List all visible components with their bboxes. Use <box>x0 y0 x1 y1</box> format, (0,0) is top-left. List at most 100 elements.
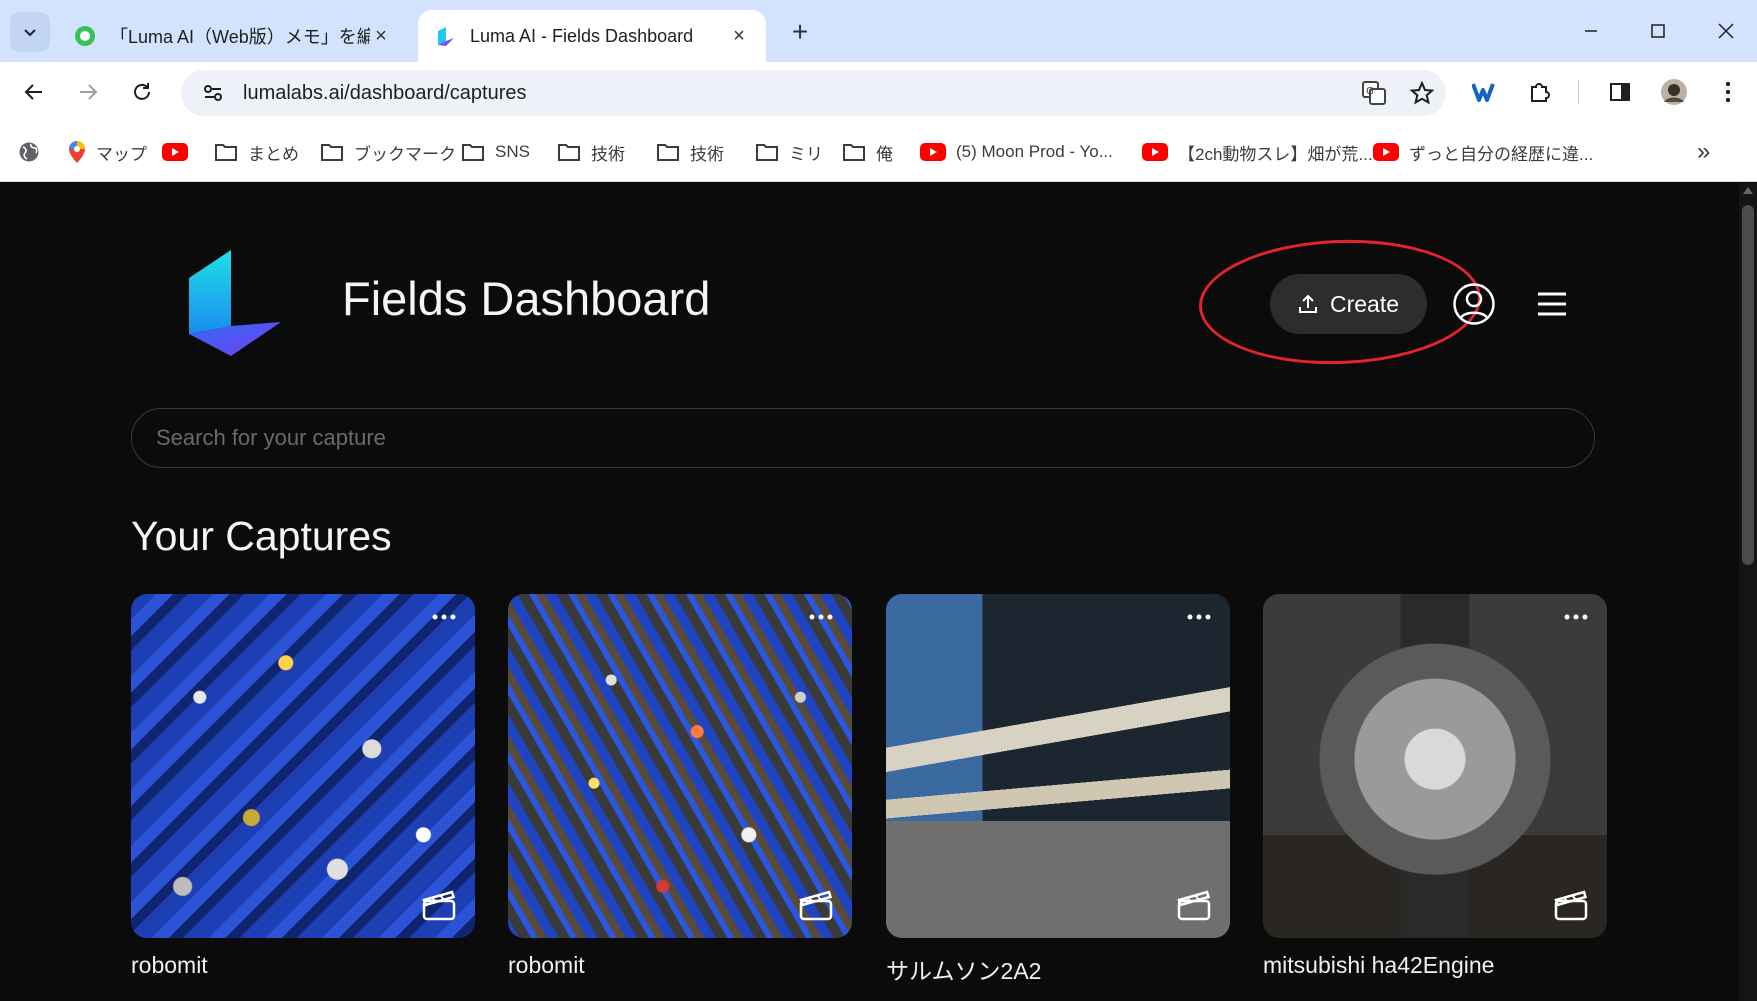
hamburger-menu-icon[interactable] <box>1536 290 1568 318</box>
extension-w-button[interactable] <box>1468 74 1504 110</box>
more-options-icon[interactable] <box>808 612 834 622</box>
bookmark-globe[interactable] <box>18 138 50 166</box>
bookmark-folder-bookmark[interactable]: ブックマーク <box>320 138 456 166</box>
maps-pin-icon <box>69 141 85 163</box>
side-panel-button[interactable] <box>1602 74 1638 110</box>
youtube-icon <box>1373 143 1399 161</box>
w-extension-icon <box>1472 83 1495 102</box>
capture-thumbnail[interactable] <box>131 594 475 938</box>
bookmark-folder-tech-2[interactable]: 技術 <box>656 138 724 166</box>
youtube-icon <box>162 143 188 161</box>
capture-thumbnail[interactable] <box>508 594 852 938</box>
arrow-left-icon <box>24 84 42 100</box>
bookmark-folder-tech-1[interactable]: 技術 <box>557 138 625 166</box>
tune-icon <box>204 85 222 101</box>
bookmark-label: SNS <box>495 142 530 161</box>
page-title: Fields Dashboard <box>342 272 711 325</box>
scroll-up-arrow-icon[interactable] <box>1743 187 1753 194</box>
capture-card[interactable]: robomit <box>508 594 852 979</box>
capture-card[interactable]: サルムソン2A2 <box>886 594 1230 986</box>
clapperboard-icon <box>1554 890 1588 921</box>
maximize-icon <box>1651 24 1665 38</box>
chevron-down-icon <box>24 29 36 37</box>
tab-search-button[interactable] <box>10 12 50 52</box>
bookmark-folder-sns[interactable]: SNS <box>461 138 530 166</box>
minimize-icon <box>1585 30 1597 32</box>
bookmark-label: (5) Moon Prod - Yo... <box>956 142 1113 161</box>
luma-favicon-icon <box>438 27 454 46</box>
more-options-icon[interactable] <box>1563 612 1589 622</box>
puzzle-icon <box>1531 83 1550 102</box>
create-button-label: Create <box>1329 290 1400 317</box>
forward-button[interactable] <box>70 74 106 110</box>
tab-title: Luma AI - Fields Dashboard <box>470 25 694 46</box>
bookmark-youtube-2ch[interactable]: 【2ch動物スレ】畑が荒... <box>1142 138 1373 166</box>
scrollbar-thumb[interactable] <box>1742 205 1754 565</box>
note-favicon-icon <box>75 26 95 46</box>
tab-luma-memo[interactable]: 「Luma AI（Web版）メモ」を編集 × <box>58 10 408 62</box>
url-text[interactable]: lumalabs.ai/dashboard/captures <box>237 82 1350 105</box>
account-icon[interactable] <box>1452 282 1496 326</box>
bookmark-youtube[interactable] <box>162 138 198 166</box>
back-button[interactable] <box>16 74 52 110</box>
browser-toolbar: lumalabs.ai/dashboard/captures G <box>0 62 1757 122</box>
svg-text:G: G <box>1366 86 1374 97</box>
capture-name[interactable]: robomit <box>131 952 475 979</box>
dashboard-page: Fields Dashboard Create Your Captures ro… <box>0 183 1757 1001</box>
close-window-button[interactable] <box>1695 8 1757 54</box>
more-options-icon[interactable] <box>431 612 457 622</box>
bookmark-label: 俺 <box>876 144 893 164</box>
bookmark-label: ミリ <box>789 144 823 164</box>
bookmark-youtube-keireki[interactable]: ずっと自分の経歴に違... <box>1373 138 1593 166</box>
more-options-icon[interactable] <box>1186 612 1212 622</box>
folder-icon <box>462 144 484 161</box>
new-tab-button[interactable]: + <box>782 14 818 50</box>
browser-menu-button[interactable] <box>1710 74 1746 110</box>
folder-icon <box>215 144 237 161</box>
bookmarks-overflow-button[interactable]: » <box>1697 138 1710 166</box>
tab-strip: 「Luma AI（Web版）メモ」を編集 × Luma AI - Fields … <box>0 0 1757 62</box>
site-info-button[interactable] <box>189 82 237 104</box>
maximize-button[interactable] <box>1627 8 1689 54</box>
luma-logo[interactable] <box>185 248 285 358</box>
bookmark-maps[interactable]: マップ <box>68 138 147 166</box>
bookmark-label: 技術 <box>690 144 724 164</box>
youtube-icon <box>1142 143 1168 161</box>
clapperboard-icon <box>1177 890 1211 921</box>
translate-button[interactable]: G <box>1350 80 1398 106</box>
bookmark-label: ブックマーク <box>354 144 456 164</box>
bookmark-label: まとめ <box>248 144 299 164</box>
tab-fields-dashboard[interactable]: Luma AI - Fields Dashboard × <box>418 10 766 62</box>
folder-icon <box>558 144 580 161</box>
page-scrollbar[interactable] <box>1739 183 1757 1001</box>
reload-button[interactable] <box>124 74 160 110</box>
folder-icon <box>321 144 343 161</box>
address-bar[interactable]: lumalabs.ai/dashboard/captures G <box>181 70 1446 116</box>
close-tab-icon[interactable]: × <box>728 25 750 48</box>
kebab-menu-icon <box>1725 81 1731 103</box>
capture-name[interactable]: robomit <box>508 952 852 979</box>
capture-thumbnail[interactable] <box>886 594 1230 938</box>
extensions-button[interactable] <box>1522 74 1558 110</box>
search-input[interactable] <box>156 425 1594 451</box>
minimize-button[interactable] <box>1560 8 1622 54</box>
folder-icon <box>756 144 778 161</box>
globe-icon <box>19 142 39 162</box>
capture-card[interactable]: robomit <box>131 594 475 979</box>
capture-name[interactable]: mitsubishi ha42Engine <box>1263 952 1607 979</box>
profile-avatar-button[interactable] <box>1656 74 1692 110</box>
star-icon <box>1410 81 1434 105</box>
bookmark-folder-ore[interactable]: 俺 <box>842 138 893 166</box>
bookmark-star-button[interactable] <box>1398 81 1446 105</box>
capture-card[interactable]: mitsubishi ha42Engine <box>1263 594 1607 979</box>
create-button[interactable]: Create <box>1270 274 1427 334</box>
capture-thumbnail[interactable] <box>1263 594 1607 938</box>
capture-search[interactable] <box>131 408 1595 468</box>
youtube-icon <box>920 143 946 161</box>
clapperboard-icon <box>422 890 456 921</box>
bookmark-youtube-moon-prod[interactable]: (5) Moon Prod - Yo... <box>920 138 1113 166</box>
bookmark-folder-miri[interactable]: ミリ <box>755 138 823 166</box>
bookmark-folder-matome[interactable]: まとめ <box>214 138 299 166</box>
close-tab-icon[interactable]: × <box>370 25 392 48</box>
capture-name[interactable]: サルムソン2A2 <box>886 952 1230 986</box>
